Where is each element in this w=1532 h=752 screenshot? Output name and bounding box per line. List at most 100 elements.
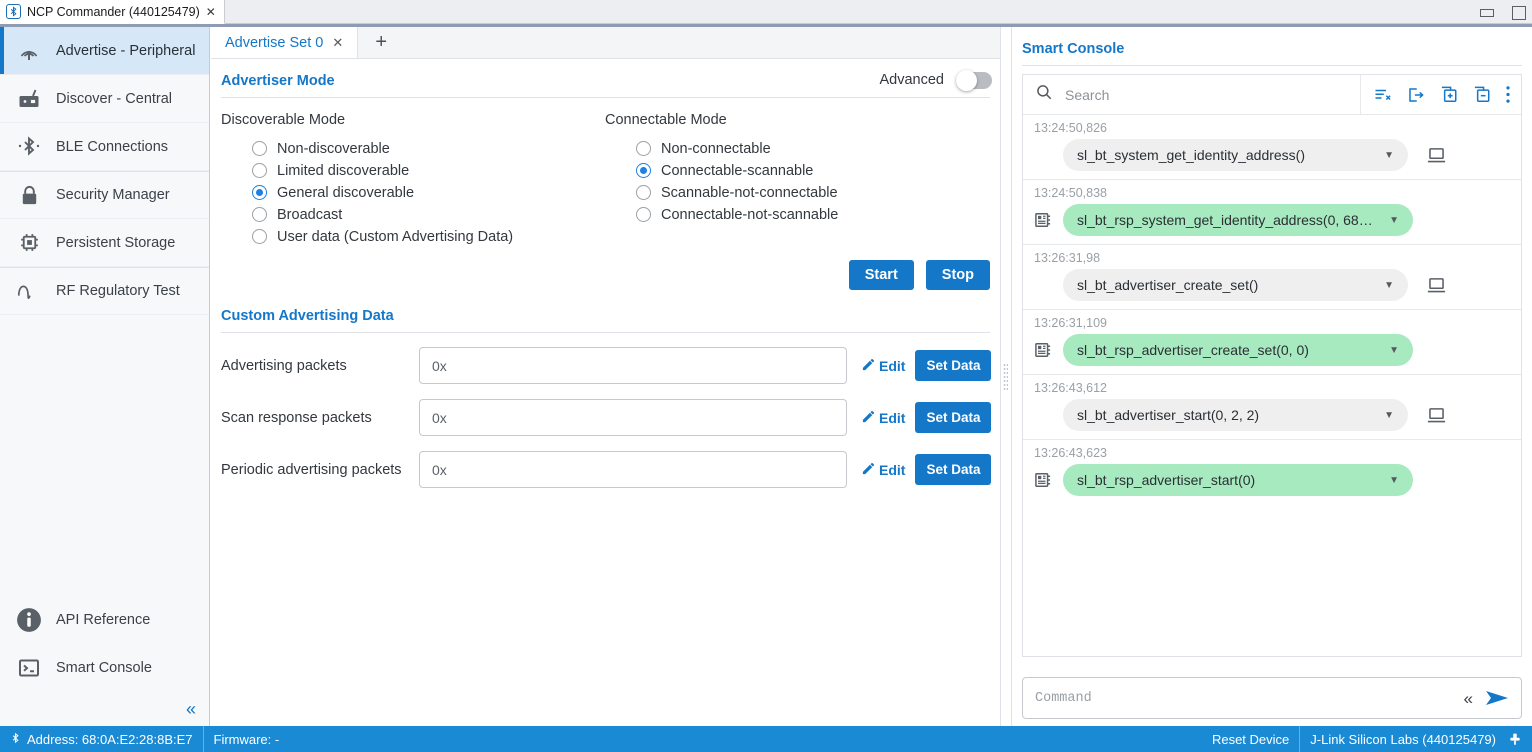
tab-advertise-set-0[interactable]: Advertise Set 0 ✕ [211, 27, 359, 58]
bluetooth-connections-icon [16, 134, 42, 160]
log-timestamp: 13:26:31,98 [1034, 251, 1101, 265]
advertiser-actions: Start Stop [211, 248, 1000, 290]
close-icon[interactable]: ✕ [332, 35, 343, 51]
log-message-response[interactable]: sl_bt_rsp_advertiser_create_set(0, 0) ▼ [1063, 334, 1413, 366]
set-data-advertising-packets[interactable]: Set Data [915, 350, 992, 381]
chevron-double-left-icon[interactable]: « [1464, 690, 1473, 707]
toggle-knob [956, 69, 977, 91]
more-options-icon[interactable] [1505, 85, 1511, 104]
status-left: Address: 68:0A:E2:28:8B:E7 Firmware: - [0, 726, 289, 752]
radio-non-connectable[interactable]: Non-connectable [605, 138, 989, 159]
sidebar-item-ble-connections[interactable]: BLE Connections [0, 123, 209, 171]
search-icon [1035, 83, 1053, 106]
log-message-request[interactable]: sl_bt_advertiser_start(0, 2, 2) ▼ [1063, 399, 1408, 431]
chip-icon [1031, 210, 1055, 230]
info-icon [16, 607, 42, 633]
scan-response-packets-input[interactable] [419, 399, 847, 436]
radio-connectable-not-scannable[interactable]: Connectable-not-scannable [605, 204, 989, 225]
window-tab[interactable]: NCP Commander (440125479) ✕ [0, 0, 225, 24]
sidebar-item-smart-console[interactable]: Smart Console [0, 644, 210, 692]
pencil-icon [861, 357, 876, 375]
clear-list-icon[interactable] [1373, 86, 1393, 104]
reset-device-label: Reset Device [1211, 731, 1290, 747]
edit-advertising-packets[interactable]: Edit [861, 357, 905, 375]
status-adapter[interactable]: J-Link Silicon Labs (440125479) [1300, 726, 1532, 752]
sidebar-item-security-manager[interactable]: Security Manager [0, 171, 209, 219]
pencil-icon [861, 409, 876, 427]
radio-label: Limited discoverable [277, 162, 410, 179]
center-panel: Advertise Set 0 ✕ + Advertiser Mode Adva… [211, 27, 1000, 726]
periodic-advertising-packets-input[interactable] [419, 451, 847, 488]
sidebar-item-label: RF Regulatory Test [56, 283, 180, 299]
minimize-icon[interactable] [1478, 4, 1494, 20]
chevron-double-left-icon[interactable]: « [186, 700, 196, 718]
edit-label: Edit [879, 409, 906, 426]
smart-console-box: 13:24:50,826 sl_bt_system_get_identity_a… [1022, 74, 1522, 657]
advertising-packets-input[interactable] [419, 347, 847, 384]
radio-general-discoverable[interactable]: General discoverable [221, 182, 605, 203]
log-timestamp: 13:26:43,612 [1034, 381, 1107, 395]
row-periodic-advertising-packets: Periodic advertising packets Edit Set Da… [221, 451, 1000, 488]
sidebar-item-label: Advertise - Peripheral [56, 42, 196, 59]
sidebar-item-discover-central[interactable]: Discover - Central [0, 75, 209, 123]
log-message-response[interactable]: sl_bt_rsp_advertiser_start(0) ▼ [1063, 464, 1413, 496]
radio-label: User data (Custom Advertising Data) [277, 228, 514, 245]
discoverable-mode-heading: Discoverable Mode [221, 112, 346, 128]
sidebar-item-api-reference[interactable]: API Reference [0, 596, 210, 644]
set-data-scan-response-packets[interactable]: Set Data [915, 402, 992, 433]
divider [1022, 65, 1522, 66]
send-icon[interactable] [1485, 689, 1509, 707]
sidebar-bottom-group: API Reference Smart Console « [0, 596, 210, 726]
tab-label: Advertise Set 0 [225, 34, 324, 51]
section-title-custom-advertising-data: Custom Advertising Data [221, 308, 394, 324]
radio-indicator [252, 229, 267, 244]
sidebar-item-label: Smart Console [56, 660, 152, 676]
radio-limited-discoverable[interactable]: Limited discoverable [221, 160, 605, 181]
edit-label: Edit [879, 461, 906, 478]
start-button[interactable]: Start [848, 260, 914, 290]
radio-label: Non-discoverable [277, 140, 390, 157]
expand-all-icon[interactable] [1439, 85, 1459, 104]
sidebar-item-rf-regulatory-test[interactable]: RF Regulatory Test [0, 267, 209, 315]
panel-splitter[interactable] [1000, 27, 1011, 726]
edit-periodic-advertising-packets[interactable]: Edit [861, 461, 905, 479]
radio-broadcast[interactable]: Broadcast [221, 204, 605, 225]
radio-connectable-scannable[interactable]: Connectable-scannable [605, 160, 989, 181]
log-entry: 13:26:43,612 sl_bt_advertiser_start(0, 2… [1023, 375, 1521, 440]
radio-scannable-not-connectable[interactable]: Scannable-not-connectable [605, 182, 989, 203]
radio-user-data[interactable]: User data (Custom Advertising Data) [221, 226, 605, 247]
command-input[interactable] [1035, 690, 1464, 706]
close-icon[interactable]: ✕ [206, 6, 216, 18]
log-message-text: sl_bt_system_get_identity_address() [1077, 147, 1306, 163]
search-input[interactable] [1065, 86, 1315, 103]
export-icon[interactable] [1406, 86, 1426, 104]
edit-scan-response-packets[interactable]: Edit [861, 409, 905, 427]
radio-label: General discoverable [277, 184, 415, 201]
row-advertising-packets: Advertising packets Edit Set Data [221, 347, 1000, 384]
log-line: sl_bt_advertiser_start(0, 2, 2) ▼ [1031, 399, 1513, 431]
collapse-all-icon[interactable] [1472, 85, 1492, 104]
smart-console-log[interactable]: 13:24:50,826 sl_bt_system_get_identity_a… [1023, 115, 1521, 656]
smart-console-title: Smart Console [1022, 41, 1125, 57]
radio-non-discoverable[interactable]: Non-discoverable [221, 138, 605, 159]
pc-icon[interactable] [1426, 146, 1447, 164]
smart-console-tools [1360, 74, 1521, 115]
plus-icon[interactable]: + [358, 27, 404, 58]
stop-button[interactable]: Stop [925, 260, 990, 290]
chip-icon [1031, 340, 1055, 360]
status-address-label: Address: 68:0A:E2:28:8B:E7 [27, 731, 193, 747]
pc-icon[interactable] [1426, 406, 1447, 424]
sidebar-item-advertise-peripheral[interactable]: Advertise - Peripheral [0, 27, 209, 75]
maximize-icon[interactable] [1510, 4, 1526, 20]
set-data-periodic-advertising-packets[interactable]: Set Data [915, 454, 992, 485]
reset-device-button[interactable]: Reset Device [1202, 726, 1299, 752]
radio-indicator [636, 207, 651, 222]
log-message-request[interactable]: sl_bt_system_get_identity_address() ▼ [1063, 139, 1408, 171]
sidebar-item-persistent-storage[interactable]: Persistent Storage [0, 219, 209, 267]
sidebar-item-label: Security Manager [56, 187, 170, 203]
log-message-response[interactable]: sl_bt_rsp_system_get_identity_address(0,… [1063, 204, 1413, 236]
advanced-label: Advanced [879, 72, 945, 88]
advanced-toggle[interactable] [956, 69, 992, 91]
log-message-request[interactable]: sl_bt_advertiser_create_set() ▼ [1063, 269, 1408, 301]
pc-icon[interactable] [1426, 276, 1447, 294]
